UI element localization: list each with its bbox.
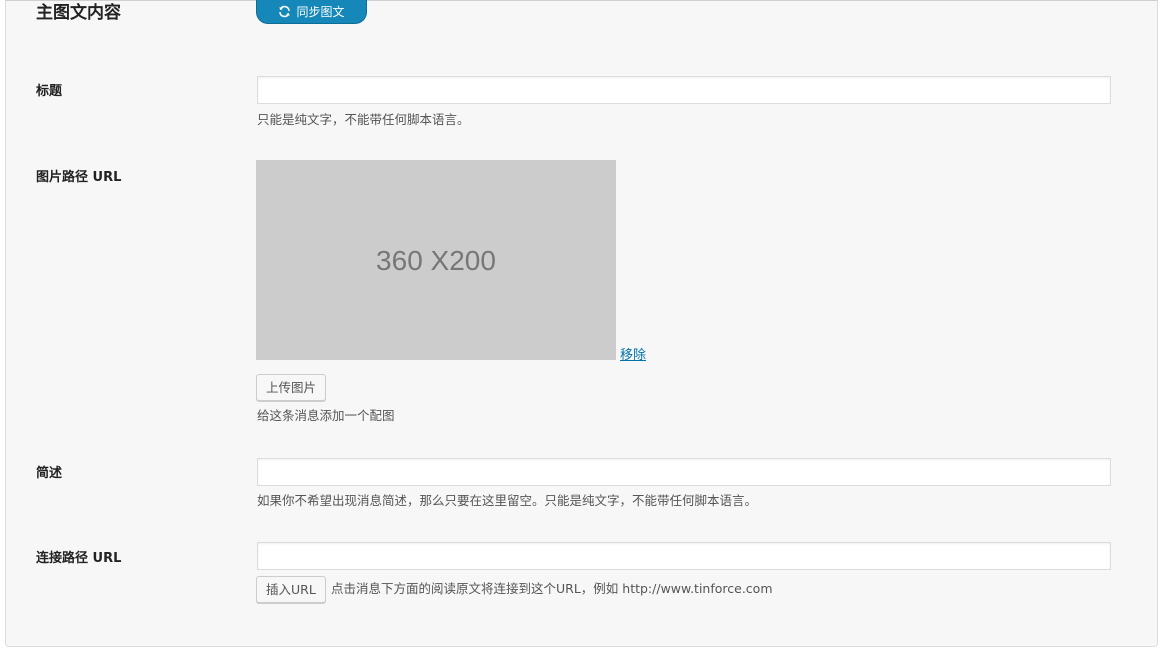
link-url-input[interactable]: [257, 542, 1111, 570]
sync-button-label: 同步图文: [296, 5, 345, 19]
title-label: 标题: [36, 84, 63, 99]
image-description: 给这条消息添加一个配图: [257, 408, 395, 423]
insert-url-button[interactable]: 插入URL: [256, 576, 326, 603]
image-placeholder-text: 360 X200: [376, 245, 496, 276]
summary-label: 简述: [36, 466, 63, 481]
sync-content-button[interactable]: 同步图文: [256, 0, 367, 24]
refresh-icon: [278, 5, 291, 18]
image-url-label: 图片路径 URL: [36, 170, 122, 185]
image-preview: 360 X200: [256, 160, 616, 360]
summary-description: 如果你不希望出现消息简述，那么只要在这里留空。只能是纯文字，不能带任何脚本语言。: [257, 493, 758, 508]
main-content-panel: 主图文内容 同步图文 标题 只能是纯文字，不能带任何脚本语言。 图片路径 URL…: [5, 0, 1158, 647]
section-title: 主图文内容: [36, 3, 121, 23]
link-description: 点击消息下方面的阅读原文将连接到这个URL，例如 http://www.tinf…: [331, 581, 773, 596]
remove-image-link[interactable]: 移除: [620, 347, 646, 365]
title-description: 只能是纯文字，不能带任何脚本语言。: [257, 112, 470, 127]
upload-image-button[interactable]: 上传图片: [256, 374, 327, 401]
title-input[interactable]: [257, 76, 1111, 104]
link-url-label: 连接路径 URL: [36, 551, 122, 566]
summary-input[interactable]: [257, 458, 1111, 486]
